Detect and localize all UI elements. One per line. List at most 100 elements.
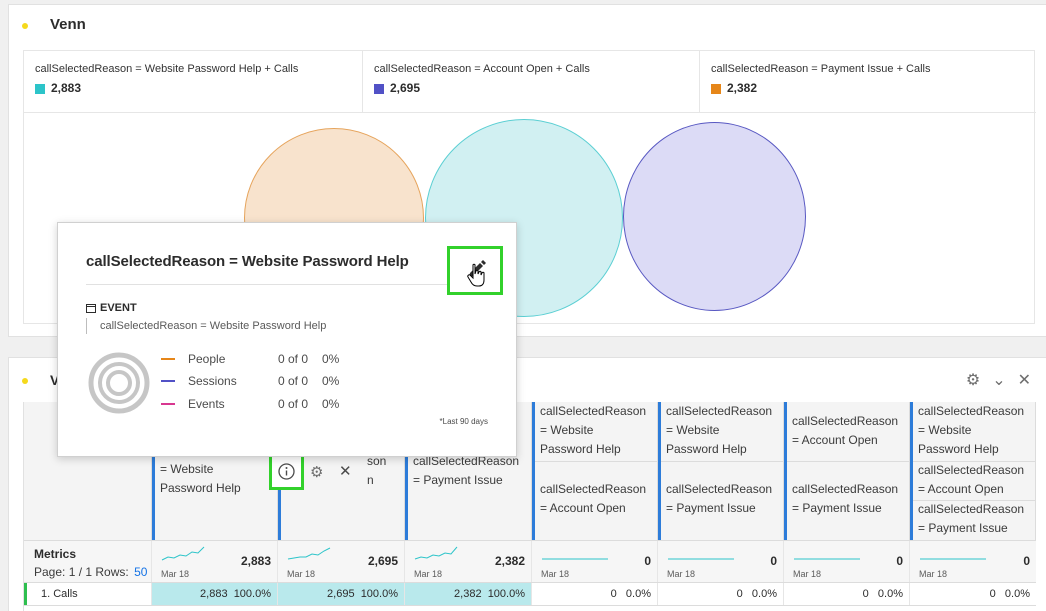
sparkline-date: Mar 18 (793, 569, 822, 579)
column-header-line: = Website (918, 423, 972, 437)
legend-swatch (711, 84, 721, 94)
footnote: *Last 90 days (439, 417, 488, 426)
legend-item[interactable]: callSelectedReason = Website Password He… (24, 51, 363, 113)
close-icon[interactable]: ✕ (1018, 373, 1031, 389)
chevron-down-icon[interactable]: ⌄ (992, 373, 1005, 389)
calendar-icon (86, 303, 96, 313)
sessions-line (161, 380, 175, 382)
sparkline-date: Mar 18 (667, 569, 696, 579)
row-value-cell[interactable]: 0 0.0% (532, 583, 658, 605)
events-line (161, 403, 175, 405)
column-header-line: callSelectedReason (666, 482, 773, 496)
metric-total: 0 (896, 554, 903, 568)
venn-title: Venn (50, 16, 86, 33)
legend-value: 2,695 (390, 81, 421, 95)
sparkline (542, 558, 608, 560)
legend-value: 2,883 (51, 81, 82, 95)
legend-swatch (374, 84, 384, 94)
hand-cursor-icon (467, 263, 485, 287)
legend-swatch (35, 84, 45, 94)
column-header-line: callSelectedReason (792, 414, 899, 428)
metric-total-cell: Mar 18 2,883 (152, 541, 278, 582)
column-header-line: = Account Open (540, 501, 626, 515)
rows-per-page[interactable]: 50 (134, 565, 147, 579)
popover-title: callSelectedReason = Website Password He… (86, 253, 409, 270)
column-header-line: = Payment Issue (666, 501, 756, 515)
legend-item[interactable]: callSelectedReason = Account Open + Call… (363, 51, 700, 113)
table-row[interactable]: 1. Calls 2,883 100.0% 2,695 100.0% 2,382… (24, 582, 1036, 606)
row-label-cell: 1. Calls (24, 583, 152, 605)
info-button-highlight[interactable] (269, 453, 304, 490)
row-value: 2,883 100.0% (200, 588, 271, 600)
legend-label: callSelectedReason = Account Open + Call… (374, 63, 590, 75)
metric-total: 0 (770, 554, 777, 568)
column-header-line: = Website (540, 423, 594, 437)
close-icon[interactable]: ✕ (339, 462, 352, 480)
column-header-line: Password Help (666, 442, 747, 456)
people-line (161, 358, 175, 360)
sparkline-date: Mar 18 (541, 569, 570, 579)
metric-total-cell: Mar 18 0 (532, 541, 658, 582)
column-header-line: = Payment Issue (792, 501, 882, 515)
column-header-line: callSelectedReason (792, 482, 899, 496)
info-icon (278, 463, 295, 480)
row-value-cell[interactable]: 0 0.0% (910, 583, 1036, 605)
metric-total: 0 (1023, 554, 1030, 568)
metrics-label: Metrics (34, 547, 77, 561)
gear-icon[interactable]: ⚙ (310, 463, 323, 481)
gear-icon[interactable]: ⚙ (966, 373, 980, 389)
column-header-line: = Payment Issue (918, 521, 1008, 535)
column-header-line: = Account Open (918, 482, 1004, 496)
row-value-cell[interactable]: 2,695 100.0% (278, 583, 405, 605)
sparkline (668, 558, 734, 560)
panel-status-dot (22, 378, 28, 384)
column-header[interactable]: callSelectedReason = Website Password He… (658, 402, 784, 540)
column-header-line: = Payment Issue (413, 473, 503, 487)
event-label: EVENT (100, 302, 137, 314)
header-divider (787, 461, 909, 462)
column-header-line: Password Help (540, 442, 621, 456)
column-header-line: n (367, 473, 374, 487)
sparkline-date: Mar 18 (919, 569, 948, 579)
column-header-line: Password Help (160, 481, 241, 495)
column-header-line: callSelectedReason (918, 502, 1025, 516)
stat-events: Events 0 of 0 0% (161, 396, 339, 412)
column-header-line: callSelectedReason (666, 404, 773, 418)
metric-total: 0 (644, 554, 651, 568)
column-header[interactable]: callSelectedReason = Account Open callSe… (784, 402, 910, 540)
row-value: 0 0.0% (862, 588, 903, 600)
column-header-line: = Account Open (792, 433, 878, 447)
legend-label: callSelectedReason = Payment Issue + Cal… (711, 63, 931, 75)
header-divider (661, 461, 783, 462)
metric-total-cell: Mar 18 2,382 (405, 541, 532, 582)
sparkline-date: Mar 18 (414, 569, 443, 579)
event-header: EVENT (86, 302, 137, 314)
column-header-line: callSelectedReason (918, 404, 1025, 418)
row-value: 2,695 100.0% (327, 588, 398, 600)
venn-circle-account-open[interactable] (623, 122, 806, 311)
column-header-line: Password Help (918, 442, 999, 456)
row-value-cell[interactable]: 2,883 100.0% (152, 583, 278, 605)
row-value-cell[interactable]: 0 0.0% (658, 583, 784, 605)
row-value: 0 0.0% (989, 588, 1030, 600)
metric-total: 2,883 (240, 554, 271, 568)
row-value-cell[interactable]: 0 0.0% (784, 583, 910, 605)
stat-sessions: Sessions 0 of 0 0% (161, 373, 339, 389)
sparkline (920, 558, 986, 560)
column-header-line: = Website (160, 462, 214, 476)
sparkline (414, 546, 458, 560)
sparkline (161, 546, 205, 561)
row-label: 1. Calls (41, 588, 78, 600)
row-value: 0 0.0% (736, 588, 777, 600)
column-header[interactable]: callSelectedReason = Website Password He… (910, 402, 1036, 540)
panel-status-dot (22, 23, 28, 29)
row-value-cell[interactable]: 2,382 100.0% (405, 583, 532, 605)
column-header-line: callSelectedReason (540, 482, 647, 496)
row-value: 2,382 100.0% (454, 588, 525, 600)
metric-total: 2,382 (494, 554, 525, 568)
legend-label: callSelectedReason = Website Password He… (35, 63, 299, 75)
legend-item[interactable]: callSelectedReason = Payment Issue + Cal… (700, 51, 1036, 113)
column-header[interactable]: callSelectedReason = Website Password He… (532, 402, 658, 540)
column-header-line: callSelectedReason (540, 404, 647, 418)
metric-total-cell: Mar 18 2,695 (278, 541, 405, 582)
